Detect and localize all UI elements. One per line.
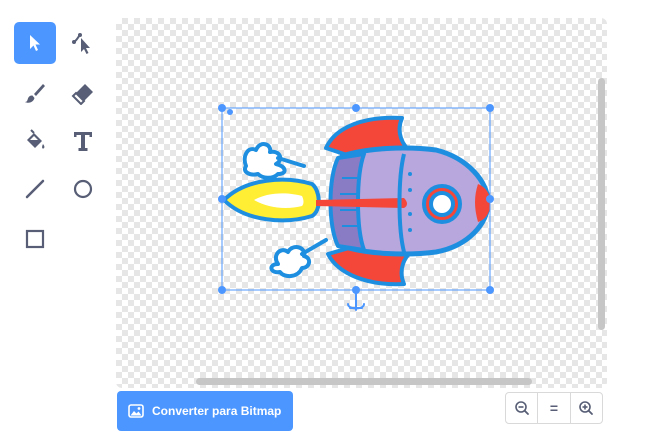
paint-canvas[interactable] <box>116 18 607 388</box>
line-tool-button[interactable] <box>14 168 56 210</box>
rectangle-icon <box>25 229 45 249</box>
zoom-reset-label: = <box>549 400 559 416</box>
convert-to-bitmap-button[interactable]: Converter para Bitmap <box>117 391 293 431</box>
horizontal-scrollbar[interactable] <box>196 378 532 385</box>
zoom-controls: = <box>505 392 603 424</box>
fill-bucket-icon <box>27 129 45 149</box>
brush-tool-button[interactable] <box>14 72 56 114</box>
vertical-scrollbar[interactable] <box>598 78 605 330</box>
rotate-handle-icon[interactable] <box>347 293 365 311</box>
zoom-in-button[interactable] <box>569 393 602 423</box>
eraser-tool-button[interactable] <box>62 72 104 114</box>
text-tool-button[interactable] <box>62 120 104 162</box>
brush-icon <box>25 84 45 103</box>
zoom-reset-button[interactable]: = <box>537 393 569 423</box>
circle-icon <box>73 179 93 199</box>
zoom-out-button[interactable] <box>506 393 537 423</box>
zoom-out-icon <box>514 401 529 415</box>
reshape-icon <box>72 33 90 54</box>
eraser-icon <box>71 84 93 105</box>
select-arrow-icon <box>30 35 40 51</box>
zoom-in-icon <box>579 401 594 415</box>
convert-to-bitmap-label: Converter para Bitmap <box>152 404 282 418</box>
select-tool-button[interactable] <box>14 22 56 64</box>
line-icon <box>25 179 45 199</box>
rocket-costume[interactable] <box>116 18 607 388</box>
reshape-tool-button[interactable] <box>62 22 104 64</box>
text-tool-icon <box>74 132 92 151</box>
fill-tool-button[interactable] <box>14 120 56 162</box>
image-icon <box>128 404 144 418</box>
rectangle-tool-button[interactable] <box>14 218 56 260</box>
circle-tool-button[interactable] <box>62 168 104 210</box>
